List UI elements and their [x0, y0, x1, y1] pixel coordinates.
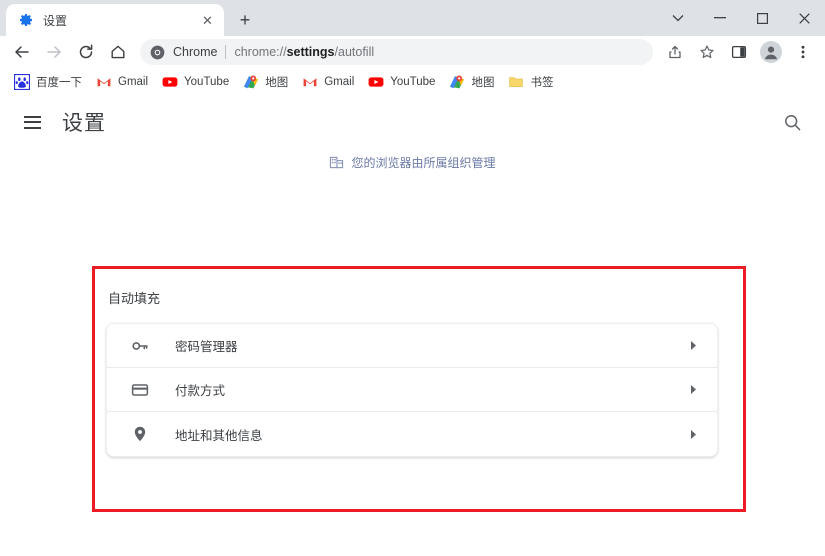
url-suffix: /autofill — [334, 45, 375, 59]
address-bar[interactable]: Chrome chrome://settings/autofill — [140, 39, 653, 65]
youtube-icon — [162, 74, 178, 90]
browser-window: 设置 ✕ + Chrome chrome://settings/autofill… — [0, 0, 825, 556]
bookmark-label: Gmail — [118, 75, 149, 88]
bookmark-folder[interactable]: 书签 — [502, 71, 559, 93]
bookmark-label: YouTube — [390, 75, 436, 88]
managed-banner-text: 您的浏览器由所属组织管理 — [351, 156, 496, 170]
bookmarks-bar: 百度一下 Gmail YouTube 地图 Gmail YouTube 地图 书… — [0, 68, 825, 96]
home-icon[interactable] — [104, 38, 132, 66]
bookmark-label: 地图 — [265, 76, 289, 89]
autofill-section: 自动填充 密码管理器 付款方式 地址和其他信息 — [106, 282, 718, 457]
url-text: chrome://settings/autofill — [234, 45, 374, 59]
settings-row-password-manager[interactable]: 密码管理器 — [107, 324, 717, 368]
bookmark-item[interactable]: YouTube — [156, 71, 235, 93]
site-chip-label: Chrome — [173, 45, 218, 59]
bookmark-item[interactable]: 地图 — [443, 71, 500, 93]
new-tab-button[interactable]: + — [231, 6, 259, 34]
chevron-right-icon[interactable] — [685, 426, 701, 442]
browser-toolbar: Chrome chrome://settings/autofill — [0, 36, 825, 68]
reload-icon[interactable] — [72, 38, 100, 66]
browser-tab-settings[interactable]: 设置 ✕ — [6, 4, 224, 36]
bookmark-item[interactable]: Gmail — [90, 71, 154, 93]
omnibox-divider — [225, 45, 227, 59]
settings-page: 设置 您的浏览器由所属组织管理 自动填充 密码管理器 付款方式 地址和其他信息 — [0, 96, 825, 556]
baidu-icon — [13, 73, 31, 90]
search-icon[interactable] — [775, 105, 809, 139]
bookmark-label: Gmail — [324, 75, 355, 88]
toolbar-actions — [659, 38, 819, 66]
url-prefix: chrome:// — [234, 45, 287, 59]
row-label: 付款方式 — [175, 384, 226, 398]
settings-row-payment-methods[interactable]: 付款方式 — [107, 368, 717, 412]
bookmark-item[interactable]: 地图 — [237, 71, 294, 93]
chrome-menu-icon[interactable] — [789, 38, 817, 66]
section-title: 自动填充 — [108, 291, 161, 306]
minimize-icon[interactable] — [699, 2, 741, 34]
key-icon — [131, 337, 149, 355]
chevron-right-icon[interactable] — [685, 338, 701, 354]
hamburger-menu-icon[interactable] — [16, 106, 48, 138]
maps-icon — [243, 74, 259, 90]
bookmark-item[interactable]: Gmail — [296, 71, 360, 93]
side-panel-icon[interactable] — [725, 38, 753, 66]
share-icon[interactable] — [661, 38, 689, 66]
gmail-icon — [96, 74, 112, 90]
tab-search-icon[interactable] — [657, 2, 699, 34]
forward-icon — [40, 38, 68, 66]
settings-row-addresses[interactable]: 地址和其他信息 — [107, 412, 717, 456]
maximize-icon[interactable] — [741, 2, 783, 34]
bookmark-label: 百度一下 — [36, 76, 82, 89]
bookmark-label: YouTube — [184, 75, 230, 88]
page-title: 设置 — [62, 112, 106, 135]
bookmark-item[interactable]: YouTube — [362, 71, 441, 93]
credit-card-icon — [131, 381, 149, 399]
profile-avatar[interactable] — [757, 38, 785, 66]
row-label: 密码管理器 — [175, 340, 238, 354]
row-label: 地址和其他信息 — [175, 428, 263, 443]
bookmark-label: 书签 — [530, 76, 554, 89]
url-host-highlight: settings — [286, 45, 335, 59]
bookmark-label: 地图 — [471, 76, 495, 89]
tab-strip: 设置 ✕ + — [0, 0, 825, 36]
folder-icon — [508, 74, 524, 90]
autofill-card: 密码管理器 付款方式 地址和其他信息 — [106, 323, 718, 457]
window-controls — [657, 0, 825, 36]
tab-title: 设置 — [43, 13, 68, 28]
gmail-icon — [302, 74, 318, 90]
managed-by-organization-banner: 您的浏览器由所属组织管理 — [0, 154, 825, 171]
building-icon — [329, 155, 344, 170]
bookmark-item[interactable]: 百度一下 — [8, 71, 88, 93]
location-pin-icon — [131, 425, 149, 443]
close-icon[interactable]: ✕ — [199, 12, 216, 29]
maps-icon — [449, 74, 465, 90]
bookmark-star-icon[interactable] — [693, 38, 721, 66]
gear-icon — [18, 12, 34, 28]
close-window-icon[interactable] — [783, 2, 825, 34]
chevron-right-icon[interactable] — [685, 382, 701, 398]
settings-toolbar: 设置 — [0, 96, 825, 148]
back-icon[interactable] — [8, 38, 36, 66]
chrome-logo-icon — [150, 45, 165, 60]
youtube-icon — [368, 74, 384, 90]
